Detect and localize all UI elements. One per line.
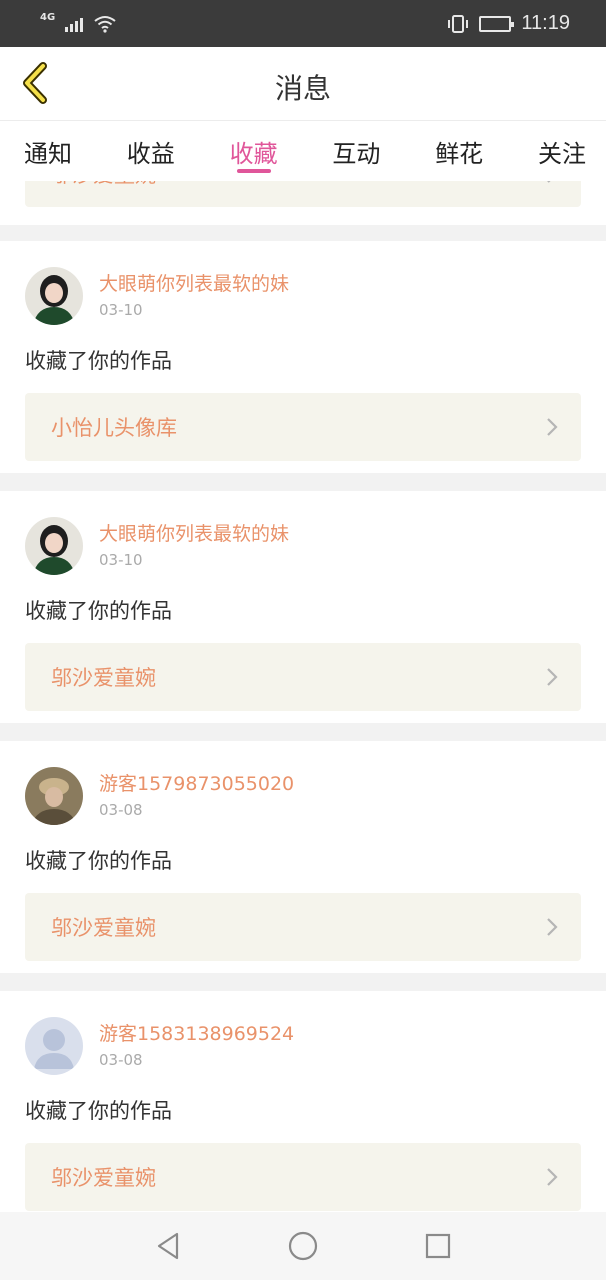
tab-notifications[interactable]: 通知 bbox=[24, 121, 72, 181]
tab-flowers[interactable]: 鲜花 bbox=[435, 121, 483, 181]
user-name[interactable]: 大眼萌你列表最软的妹 bbox=[99, 271, 289, 297]
work-title: 邬沙爱童婉 bbox=[51, 916, 156, 940]
work-link[interactable]: 小怡儿头像库 bbox=[25, 393, 581, 461]
action-text: 收藏了你的作品 bbox=[25, 599, 172, 623]
system-nav-bar bbox=[0, 1212, 606, 1280]
vibrate-icon bbox=[448, 14, 469, 33]
tab-favorites[interactable]: 收藏 bbox=[230, 121, 278, 181]
status-time: 11:19 bbox=[521, 12, 570, 34]
battery-icon bbox=[479, 15, 515, 32]
card-user: 游客1583138969524 03-08 bbox=[25, 991, 581, 1075]
card-user: 游客1579873055020 03-08 bbox=[25, 741, 581, 825]
nav-home-button[interactable] bbox=[283, 1226, 323, 1266]
user-info: 游客1583138969524 03-08 bbox=[99, 1021, 294, 1071]
list-item: 游客1583138969524 03-08 收藏了你的作品 邬沙爱童婉 bbox=[0, 991, 606, 1212]
home-circle-icon bbox=[288, 1231, 318, 1261]
chevron-right-icon bbox=[547, 418, 558, 436]
chevron-right-icon bbox=[547, 918, 558, 936]
work-title: 邬沙爱童婉 bbox=[51, 1166, 156, 1190]
user-info: 大眼萌你列表最软的妹 03-10 bbox=[99, 521, 289, 571]
work-link[interactable]: 邬沙爱童婉 bbox=[25, 893, 581, 961]
tab-earnings[interactable]: 收益 bbox=[127, 121, 175, 181]
post-date: 03-10 bbox=[99, 551, 143, 569]
work-title: 邬沙爱童婉 bbox=[51, 181, 156, 189]
user-avatar[interactable] bbox=[25, 517, 83, 575]
chevron-right-icon bbox=[547, 181, 551, 183]
tab-bar: 通知 收益 收藏 互动 鲜花 关注 bbox=[0, 121, 606, 181]
user-avatar[interactable] bbox=[25, 1017, 83, 1075]
user-info: 游客1579873055020 03-08 bbox=[99, 771, 294, 821]
chevron-right-icon bbox=[547, 668, 558, 686]
user-name[interactable]: 游客1583138969524 bbox=[99, 1021, 294, 1047]
post-date: 03-08 bbox=[99, 801, 143, 819]
work-title: 小怡儿头像库 bbox=[51, 416, 177, 440]
user-info: 大眼萌你列表最软的妹 03-10 bbox=[99, 271, 289, 321]
list-item: 大眼萌你列表最软的妹 03-10 收藏了你的作品 小怡儿头像库 bbox=[0, 241, 606, 473]
status-bar: 4G 11:19 bbox=[0, 0, 606, 47]
recents-square-icon bbox=[426, 1233, 451, 1259]
user-name[interactable]: 大眼萌你列表最软的妹 bbox=[99, 521, 289, 547]
nav-back-button[interactable] bbox=[148, 1226, 188, 1266]
tab-following[interactable]: 关注 bbox=[538, 121, 586, 181]
nav-recents-button[interactable] bbox=[418, 1226, 458, 1266]
signal-icon bbox=[65, 16, 84, 32]
back-triangle-icon bbox=[157, 1232, 178, 1260]
work-link[interactable]: 邬沙爱童婉 bbox=[25, 1143, 581, 1211]
post-date: 03-10 bbox=[99, 301, 143, 319]
user-avatar[interactable] bbox=[25, 767, 83, 825]
user-name[interactable]: 游客1579873055020 bbox=[99, 771, 294, 797]
status-left: 4G bbox=[40, 12, 117, 33]
list-item: 游客1579873055020 03-08 收藏了你的作品 邬沙爱童婉 bbox=[0, 741, 606, 973]
work-link[interactable]: 邬沙爱童婉 bbox=[25, 643, 581, 711]
post-date: 03-08 bbox=[99, 1051, 143, 1069]
app-header: 消息 bbox=[0, 47, 606, 121]
list-item: 大眼萌你列表最软的妹 03-10 收藏了你的作品 邬沙爱童婉 bbox=[0, 491, 606, 723]
work-title: 邬沙爱童婉 bbox=[51, 666, 156, 690]
wifi-icon bbox=[94, 15, 116, 33]
action-text: 收藏了你的作品 bbox=[25, 849, 172, 873]
list-item: 邬沙爱童婉 bbox=[0, 181, 606, 225]
action-text: 收藏了你的作品 bbox=[25, 1099, 172, 1123]
network-type: 4G bbox=[40, 12, 56, 23]
status-right: 11:19 bbox=[447, 12, 570, 35]
page-title: 消息 bbox=[274, 72, 331, 105]
tab-interactions[interactable]: 互动 bbox=[332, 121, 380, 181]
chevron-right-icon bbox=[547, 1168, 558, 1186]
card-user: 大眼萌你列表最软的妹 03-10 bbox=[25, 241, 581, 325]
favorites-feed[interactable]: 邬沙爱童婉 大眼萌你列表最软的妹 03-10 收藏了你的作品 小怡儿头像库 bbox=[0, 181, 606, 1212]
work-link[interactable]: 邬沙爱童婉 bbox=[25, 181, 581, 207]
action-text: 收藏了你的作品 bbox=[25, 349, 172, 373]
user-avatar[interactable] bbox=[25, 267, 83, 325]
card-user: 大眼萌你列表最软的妹 03-10 bbox=[25, 491, 581, 575]
